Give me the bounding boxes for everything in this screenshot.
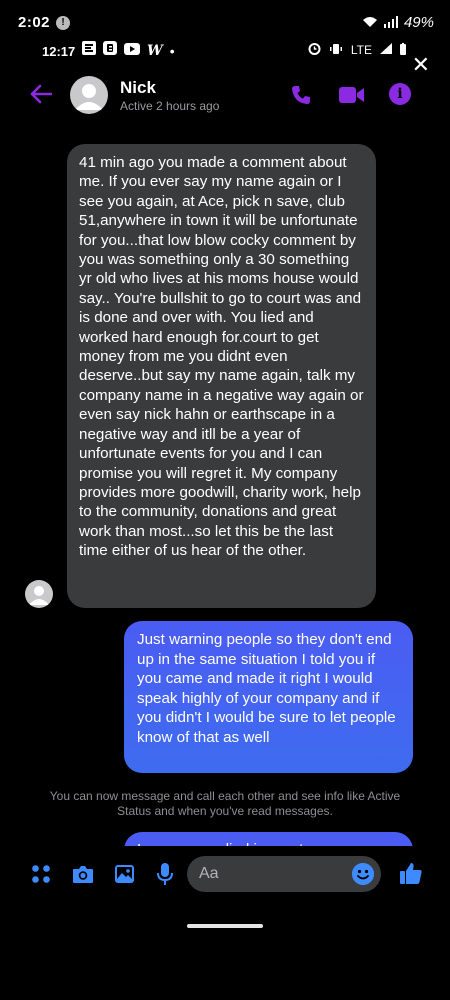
inner-status-icons: W • — [82, 41, 175, 60]
more-notifications-dot: • — [169, 42, 175, 59]
thumbs-up-icon[interactable] — [399, 861, 423, 890]
e-app-icon — [82, 41, 96, 60]
microphone-icon[interactable] — [157, 863, 173, 890]
w-app-icon: W — [147, 42, 163, 59]
contact-name[interactable]: Nick — [120, 78, 156, 98]
signal-icon — [383, 15, 398, 31]
gallery-icon[interactable] — [114, 864, 135, 889]
phone-call-icon[interactable] — [290, 84, 312, 111]
outer-status-right: 49% — [362, 14, 434, 31]
info-icon[interactable]: i — [389, 83, 411, 105]
inner-status-time: 12:17 — [42, 44, 76, 59]
notification-badge-icon: ! — [56, 16, 70, 30]
inner-status-right: LTE — [308, 42, 406, 58]
active-status: Active 2 hours ago — [120, 99, 220, 113]
emoji-icon[interactable] — [352, 863, 374, 885]
vibrate-icon — [329, 43, 343, 58]
outgoing-message-bubble[interactable]: Just warning people so they don't end up… — [124, 621, 413, 773]
alarm-icon — [308, 42, 321, 58]
close-icon[interactable]: ✕ — [412, 54, 430, 76]
inner-battery-icon — [400, 42, 406, 58]
lte-label: LTE — [350, 43, 372, 57]
youtube-icon — [124, 42, 140, 60]
back-arrow-icon[interactable] — [30, 84, 53, 109]
b-app-icon — [103, 41, 117, 60]
video-call-icon[interactable] — [339, 86, 365, 109]
default-avatar-small-icon — [29, 586, 49, 605]
sender-avatar — [25, 580, 53, 608]
incoming-message-bubble[interactable]: 41 min ago you made a comment about me. … — [67, 144, 376, 608]
wifi-icon — [362, 15, 378, 31]
home-indicator[interactable] — [187, 924, 263, 928]
outer-status-time: 2:02 — [18, 14, 51, 31]
camera-icon[interactable] — [72, 864, 94, 889]
connection-notice: You can now message and call each other … — [49, 789, 401, 818]
more-actions-icon[interactable] — [31, 864, 51, 889]
contact-avatar[interactable] — [70, 76, 108, 114]
lte-signal-icon — [380, 43, 392, 57]
default-avatar-icon — [75, 84, 103, 110]
outer-battery-percent: 49% — [403, 14, 434, 31]
